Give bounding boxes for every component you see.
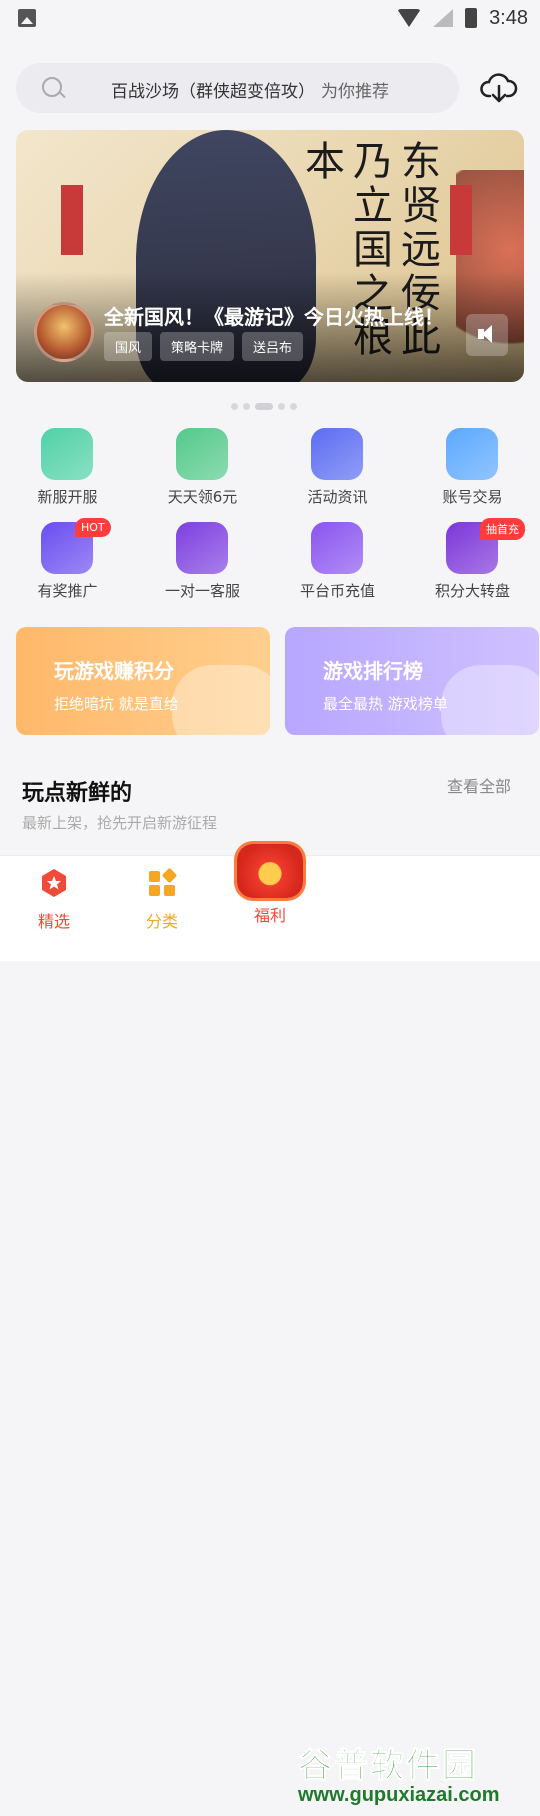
promo-subtitle: 拒绝暗坑 就是直给 xyxy=(54,695,179,713)
tab-welfare[interactable]: 福利 xyxy=(230,902,310,926)
badge: 抽首充 xyxy=(480,518,525,540)
search-suggestion: 百战沙场（群侠超变倍攻） 为你推荐 xyxy=(111,77,389,102)
banner-seal-left xyxy=(61,185,83,255)
banner-seal-right xyxy=(450,185,472,255)
featured-banner[interactable]: 东贤远佞此乃立国之根本 全新国风！《最游记》今日火热上线！ 国风 策略卡牌 送吕… xyxy=(16,130,524,382)
status-icons: 3:48 xyxy=(397,6,528,30)
coin-recharge-icon xyxy=(311,522,363,574)
category-icon xyxy=(149,868,177,896)
gamepad-decoration-icon xyxy=(441,665,539,735)
banner-pagination xyxy=(231,403,297,410)
activity-news-icon xyxy=(311,428,363,480)
badge: HOT xyxy=(75,518,111,537)
menu-item-label: 天天领6元 xyxy=(167,488,238,506)
bottom-tab-bar: 精选 分类 福利 谷普软件园 www.gupuxiazai.com xyxy=(0,844,540,1806)
pagination-dot[interactable] xyxy=(255,403,273,410)
menu-item-label: 一对一客服 xyxy=(164,582,240,600)
view-all-link[interactable]: 查看全部 xyxy=(447,773,511,797)
promo-subtitle: 最全最热 游戏榜单 xyxy=(323,695,448,713)
pagination-dot[interactable] xyxy=(278,403,285,410)
section-subtitle: 最新上架，抢先开启新游征程 xyxy=(22,814,218,832)
search-icon xyxy=(42,77,62,97)
menu-item-label: 账号交易 xyxy=(442,488,503,506)
pagination-dot[interactable] xyxy=(231,403,238,410)
wifi-icon xyxy=(397,9,422,27)
menu-item[interactable]: 一对一客服 xyxy=(135,514,270,608)
image-icon xyxy=(18,9,36,27)
watermark: 谷普软件园 www.gupuxiazai.com xyxy=(292,1736,540,1816)
pagination-dot[interactable] xyxy=(243,403,250,410)
menu-item[interactable]: 活动资讯 xyxy=(270,420,405,514)
menu-item-label: 平台币充值 xyxy=(299,582,375,600)
menu-item[interactable]: 账号交易 xyxy=(405,420,540,514)
account-trade-icon xyxy=(446,428,498,480)
clock: 3:48 xyxy=(489,6,528,29)
banner-title: 全新国风！《最游记》今日火热上线！ xyxy=(104,305,444,329)
new-server-icon xyxy=(41,428,93,480)
featured-icon xyxy=(42,869,66,897)
tab-featured[interactable]: 精选 xyxy=(14,864,94,932)
search-hint: 为你推荐 xyxy=(321,82,389,102)
menu-item-label: 活动资讯 xyxy=(307,488,368,506)
menu-item-label: 新服开服 xyxy=(37,488,98,506)
section-title: 玩点新鲜的 xyxy=(22,781,133,806)
earn-points-card[interactable]: 玩游戏赚积分 拒绝暗坑 就是直给 xyxy=(16,627,270,735)
download-cloud-icon[interactable] xyxy=(480,70,518,106)
daily-cash-icon xyxy=(176,428,228,480)
menu-item[interactable]: 有奖推广 HOT xyxy=(0,514,135,608)
status-bar: 3:48 xyxy=(0,0,540,36)
menu-item[interactable]: 新服开服 xyxy=(0,420,135,514)
menu-item[interactable]: 天天领6元 xyxy=(135,420,270,514)
promo-title: 游戏排行榜 xyxy=(323,659,423,683)
mute-icon[interactable] xyxy=(466,314,508,356)
plus-decoration-icon xyxy=(172,665,270,735)
customer-service-icon xyxy=(176,522,228,574)
search-bar[interactable]: 百战沙场（群侠超变倍攻） 为你推荐 xyxy=(16,63,459,113)
menu-item-label: 有奖推广 xyxy=(37,582,98,600)
tab-category[interactable]: 分类 xyxy=(122,864,202,932)
watermark-url: www.gupuxiazai.com xyxy=(298,1784,500,1806)
pagination-dot[interactable] xyxy=(290,403,297,410)
menu-item[interactable]: 积分大转盘 抽首充 xyxy=(405,514,540,608)
tab-label: 福利 xyxy=(253,906,286,925)
search-query: 百战沙场（群侠超变倍攻） xyxy=(111,82,315,102)
tab-label: 分类 xyxy=(145,912,178,931)
watermark-text: 谷普软件园 xyxy=(298,1746,478,1787)
banner-tag: 送吕布 xyxy=(242,332,304,361)
signal-icon xyxy=(433,9,454,27)
menu-item[interactable]: 平台币充值 xyxy=(270,514,405,608)
menu-item-label: 积分大转盘 xyxy=(434,582,510,600)
banner-tag: 策略卡牌 xyxy=(160,332,235,361)
welfare-icon[interactable] xyxy=(237,844,303,898)
game-avatar[interactable] xyxy=(34,302,94,362)
tab-label: 精选 xyxy=(37,912,70,931)
promo-title: 玩游戏赚积分 xyxy=(54,659,174,683)
banner-tags: 国风 策略卡牌 送吕布 xyxy=(104,332,304,361)
ranking-card[interactable]: 游戏排行榜 最全最热 游戏榜单 xyxy=(285,627,539,735)
battery-icon xyxy=(465,8,478,28)
banner-tag: 国风 xyxy=(104,332,153,361)
